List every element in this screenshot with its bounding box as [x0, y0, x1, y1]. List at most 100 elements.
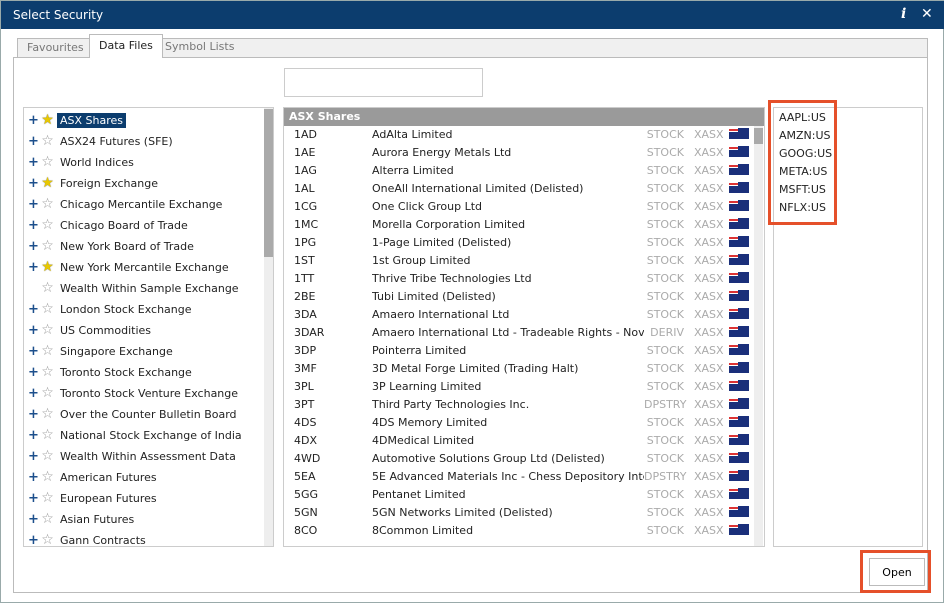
- tree-item[interactable]: + ★ New York Mercantile Exchange: [28, 257, 232, 277]
- tree-item[interactable]: + ☆ European Futures: [28, 488, 160, 508]
- star-icon[interactable]: ☆: [39, 427, 56, 443]
- expand-icon[interactable]: +: [28, 449, 39, 464]
- star-icon[interactable]: ☆: [39, 490, 56, 506]
- table-row[interactable]: 5EA 5E Advanced Materials Inc - Chess Dep…: [284, 468, 754, 486]
- star-icon[interactable]: ☆: [39, 532, 56, 546]
- table-row[interactable]: 4DX 4DMedical Limited STOCK XASX: [284, 432, 754, 450]
- tree-item[interactable]: + ☆ London Stock Exchange: [28, 299, 195, 319]
- search-input[interactable]: [284, 68, 483, 97]
- star-icon[interactable]: ☆: [39, 364, 56, 380]
- tree-item[interactable]: + ☆ Toronto Stock Venture Exchange: [28, 383, 241, 403]
- tree-item[interactable]: ☆ Wealth Within Sample Exchange: [28, 278, 242, 298]
- expand-icon[interactable]: +: [28, 155, 39, 170]
- table-row[interactable]: 5GN 5GN Networks Limited (Delisted) STOCK X…: [284, 504, 754, 522]
- info-icon[interactable]: i: [901, 6, 906, 22]
- table-row[interactable]: 4DS 4DS Memory Limited STOCK XASX: [284, 414, 754, 432]
- expand-icon[interactable]: +: [28, 260, 39, 275]
- star-icon[interactable]: ☆: [39, 469, 56, 485]
- table-row[interactable]: 5GG Pentanet Limited STOCK XASX: [284, 486, 754, 504]
- tree-scrollbar-thumb[interactable]: [264, 109, 273, 257]
- tree-item[interactable]: + ☆ World Indices: [28, 152, 137, 172]
- table-row[interactable]: 3MF 3D Metal Forge Limited (Trading Halt)…: [284, 360, 754, 378]
- star-icon[interactable]: ☆: [39, 280, 56, 296]
- star-icon[interactable]: ☆: [39, 343, 56, 359]
- expand-icon[interactable]: +: [28, 470, 39, 485]
- tree-item[interactable]: + ☆ Chicago Mercantile Exchange: [28, 194, 225, 214]
- cell-code: 4DX: [294, 434, 318, 447]
- tree-item[interactable]: + ☆ Singapore Exchange: [28, 341, 176, 361]
- tree-item[interactable]: + ☆ Wealth Within Assessment Data: [28, 446, 239, 466]
- close-icon[interactable]: ✕: [921, 6, 933, 22]
- star-icon[interactable]: ★: [39, 175, 56, 191]
- star-icon[interactable]: ☆: [39, 196, 56, 212]
- tree-item[interactable]: + ☆ Gann Contracts: [28, 530, 149, 547]
- cell-code: 3MF: [294, 362, 317, 375]
- star-icon[interactable]: ☆: [39, 448, 56, 464]
- expand-icon[interactable]: +: [28, 533, 39, 547]
- cell-name: 1-Page Limited (Delisted): [372, 236, 512, 249]
- tree-item[interactable]: + ☆ Asian Futures: [28, 509, 137, 529]
- star-icon[interactable]: ☆: [39, 133, 56, 149]
- expand-icon[interactable]: +: [28, 491, 39, 506]
- star-icon[interactable]: ☆: [39, 238, 56, 254]
- table-row[interactable]: 3DAR Amaero International Ltd - Tradeable…: [284, 324, 754, 342]
- table-row[interactable]: 1PG 1-Page Limited (Delisted) STOCK XASX: [284, 234, 754, 252]
- table-row[interactable]: 3DA Amaero International Ltd STOCK XASX: [284, 306, 754, 324]
- star-icon[interactable]: ☆: [39, 301, 56, 317]
- tree-item[interactable]: + ☆ ASX24 Futures (SFE): [28, 131, 176, 151]
- tree-item[interactable]: + ☆ Over the Counter Bulletin Board: [28, 404, 240, 424]
- table-row[interactable]: 8CO 8Common Limited STOCK XASX: [284, 522, 754, 540]
- tree-item[interactable]: + ★ ASX Shares: [28, 110, 127, 130]
- table-row[interactable]: 4WD Automotive Solutions Group Ltd (Delis…: [284, 450, 754, 468]
- tree-item[interactable]: + ☆ American Futures: [28, 467, 160, 487]
- table-row[interactable]: 1AD AdAlta Limited STOCK XASX: [284, 126, 754, 144]
- star-icon[interactable]: ☆: [39, 406, 56, 422]
- expand-icon[interactable]: +: [28, 365, 39, 380]
- star-icon[interactable]: ☆: [39, 511, 56, 527]
- star-icon[interactable]: ★: [39, 259, 56, 275]
- tree-item[interactable]: + ★ Foreign Exchange: [28, 173, 161, 193]
- table-row[interactable]: 1TT Thrive Tribe Technologies Ltd STOCK XAS…: [284, 270, 754, 288]
- tree-item-label: Asian Futures: [60, 512, 135, 526]
- expand-icon[interactable]: +: [28, 176, 39, 191]
- expand-icon[interactable]: +: [28, 428, 39, 443]
- expand-icon[interactable]: +: [28, 323, 39, 338]
- star-icon[interactable]: ☆: [39, 154, 56, 170]
- expand-icon[interactable]: +: [28, 197, 39, 212]
- list-scrollbar-thumb[interactable]: [754, 128, 763, 144]
- table-row[interactable]: 1AL OneAll International Limited (Deliste…: [284, 180, 754, 198]
- expand-icon[interactable]: +: [28, 113, 39, 128]
- australia-flag-icon: [729, 380, 749, 391]
- expand-icon[interactable]: +: [28, 134, 39, 149]
- expand-icon[interactable]: +: [28, 218, 39, 233]
- tree-item[interactable]: + ☆ New York Board of Trade: [28, 236, 197, 256]
- table-row[interactable]: 1ST 1st Group Limited STOCK XASX: [284, 252, 754, 270]
- table-row[interactable]: 3DP Pointerra Limited STOCK XASX: [284, 342, 754, 360]
- expand-icon[interactable]: +: [28, 344, 39, 359]
- table-row[interactable]: 3PL 3P Learning Limited STOCK XASX: [284, 378, 754, 396]
- table-row[interactable]: 3PT Third Party Technologies Inc. DPSTRY XA…: [284, 396, 754, 414]
- tree-item[interactable]: + ☆ US Commodities: [28, 320, 154, 340]
- table-row[interactable]: 1AE Aurora Energy Metals Ltd STOCK XASX: [284, 144, 754, 162]
- list-scrollbar[interactable]: [754, 126, 763, 546]
- tab-data-files[interactable]: Data Files: [89, 34, 163, 58]
- expand-icon[interactable]: +: [28, 302, 39, 317]
- expand-icon[interactable]: +: [28, 407, 39, 422]
- table-row[interactable]: 1AG Alterra Limited STOCK XASX: [284, 162, 754, 180]
- star-icon[interactable]: ☆: [39, 385, 56, 401]
- star-icon[interactable]: ☆: [39, 322, 56, 338]
- tree-scrollbar[interactable]: [264, 108, 273, 546]
- expand-icon[interactable]: +: [28, 386, 39, 401]
- table-row[interactable]: 1MC Morella Corporation Limited STOCK XASX: [284, 216, 754, 234]
- tree-item[interactable]: + ☆ Toronto Stock Exchange: [28, 362, 195, 382]
- tab-favourites[interactable]: Favourites: [17, 38, 94, 57]
- tree-item[interactable]: + ☆ Chicago Board of Trade: [28, 215, 191, 235]
- expand-icon[interactable]: +: [28, 512, 39, 527]
- tab-symbol-lists[interactable]: Symbol Lists: [156, 38, 243, 57]
- table-row[interactable]: 1CG One Click Group Ltd STOCK XASX: [284, 198, 754, 216]
- star-icon[interactable]: ★: [39, 112, 56, 128]
- tree-item[interactable]: + ☆ National Stock Exchange of India: [28, 425, 245, 445]
- expand-icon[interactable]: +: [28, 239, 39, 254]
- star-icon[interactable]: ☆: [39, 217, 56, 233]
- table-row[interactable]: 2BE Tubi Limited (Delisted) STOCK XASX: [284, 288, 754, 306]
